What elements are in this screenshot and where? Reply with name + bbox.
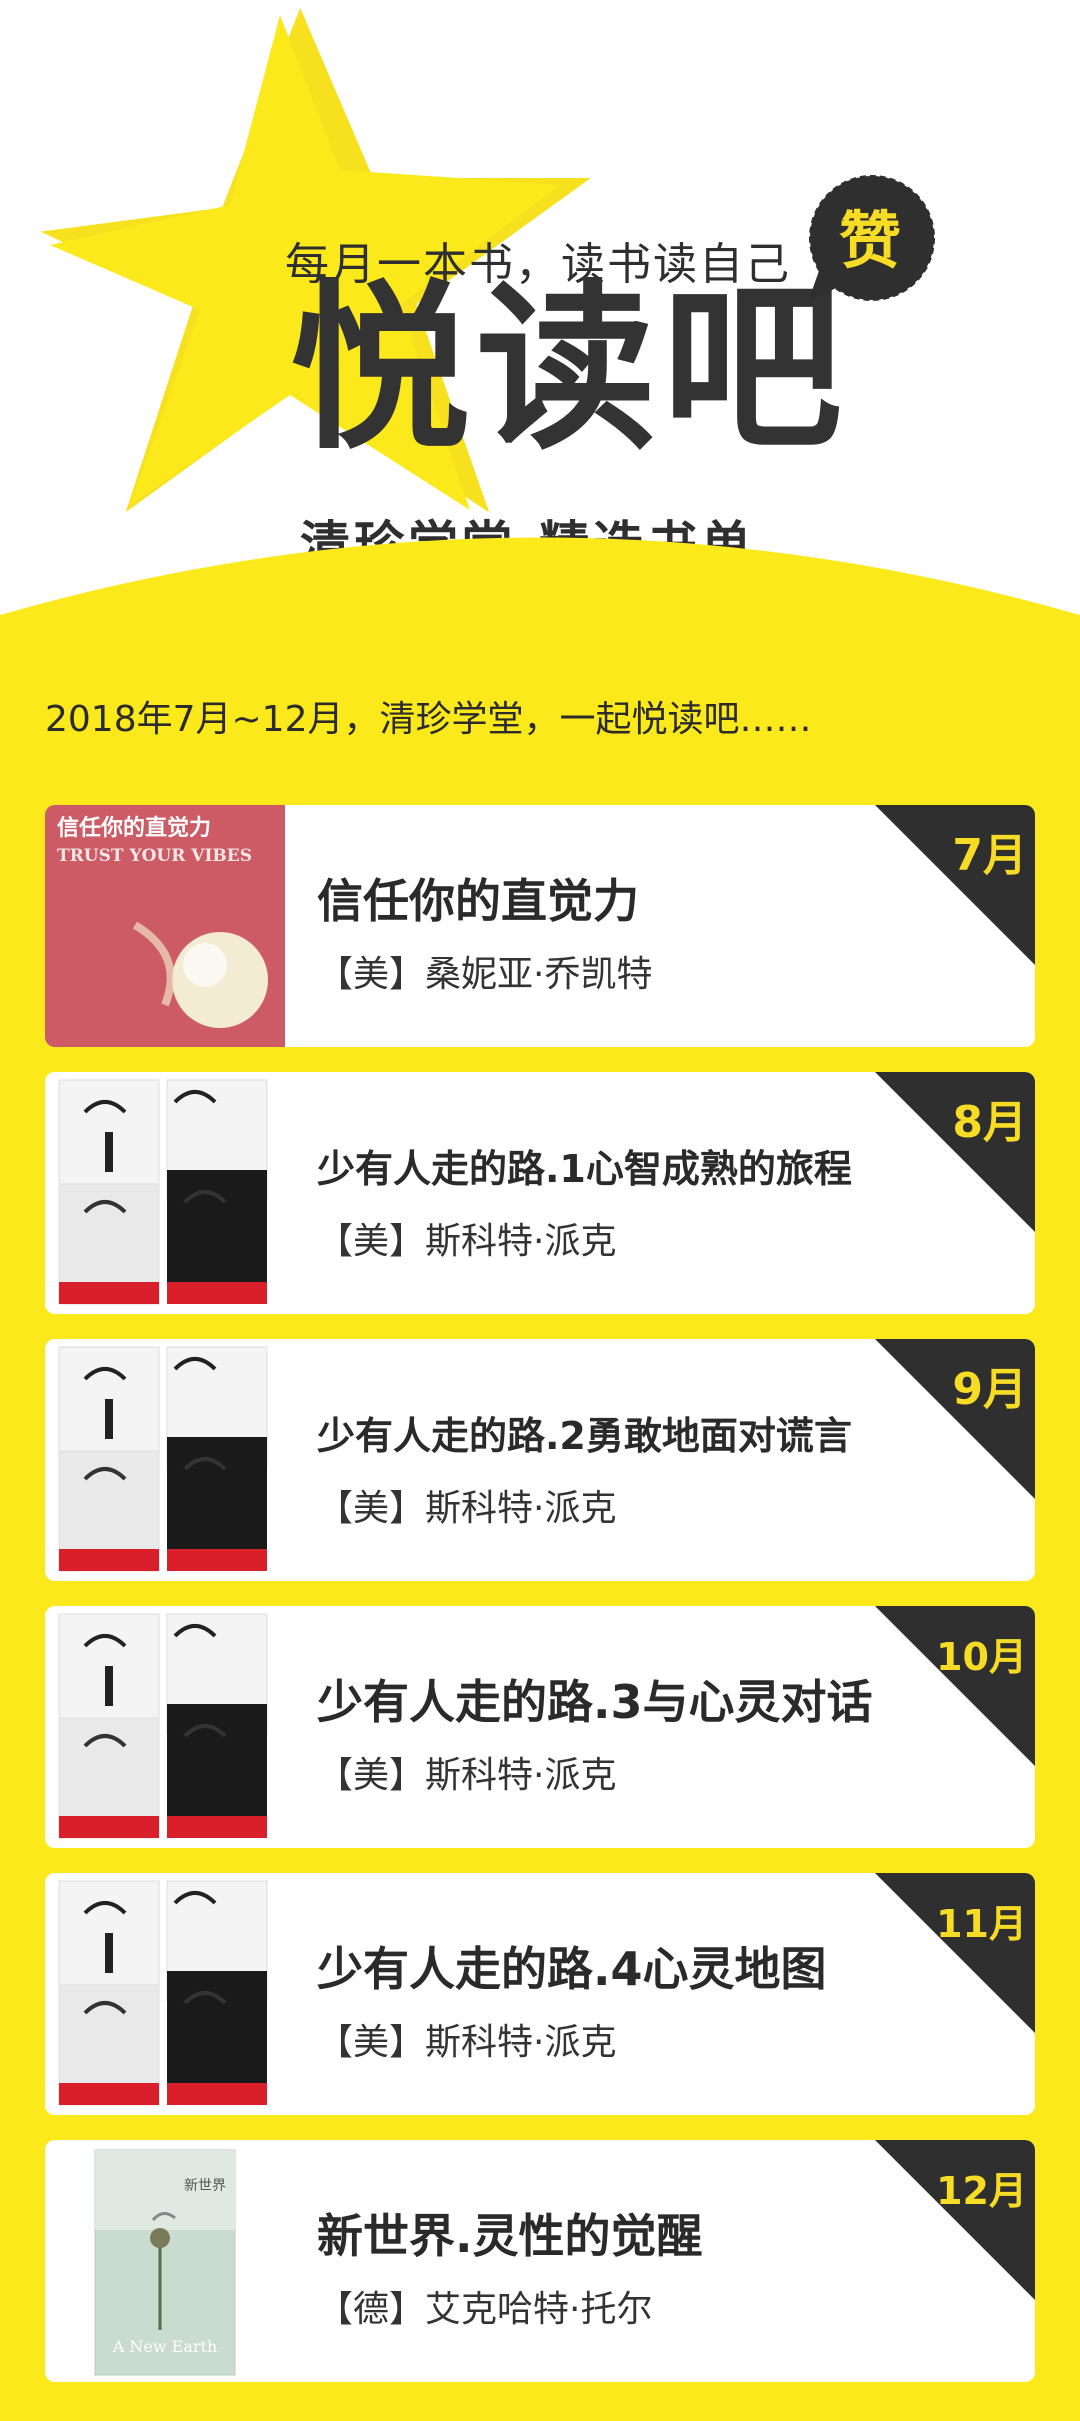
book-author: 【美】斯科特·派克: [317, 1221, 617, 1262]
intro-text: 2018年7月~12月，清珍学堂，一起悦读吧……: [45, 699, 812, 740]
yellow-arc: [0, 537, 1080, 640]
svg-text:信任你的直觉力: 信任你的直觉力: [57, 815, 211, 841]
book-cover: [45, 1339, 285, 1581]
book-author: 【美】斯科特·派克: [317, 2022, 617, 2063]
book-author: 【美】斯科特·派克: [317, 1488, 617, 1529]
book-cover: [45, 1873, 285, 2115]
month-label: 10月: [936, 1635, 1027, 1679]
book-title: 信任你的直觉力: [317, 874, 639, 928]
month-label: 7月: [952, 830, 1027, 881]
book-cover: 信任你的直觉力 TRUST YOUR VIBES: [45, 805, 285, 1047]
book-author: 【德】艾克哈特·托尔: [317, 2289, 653, 2330]
month-label: 9月: [952, 1364, 1027, 1415]
book-title: 新世界.灵性的觉醒: [317, 2209, 703, 2263]
book-title: 少有人走的路.2勇敢地面对谎言: [317, 1414, 852, 1458]
month-label: 12月: [936, 2169, 1027, 2213]
book-card[interactable]: 少有人走的路.4心灵地图 【美】斯科特·派克 11月: [45, 1873, 1035, 2115]
svg-text:TRUST YOUR VIBES: TRUST YOUR VIBES: [57, 846, 252, 866]
brand-title: 悦读吧: [290, 265, 849, 474]
book-card[interactable]: 少有人走的路.2勇敢地面对谎言 【美】斯科特·派克 9月: [45, 1339, 1035, 1581]
book-author: 【美】斯科特·派克: [317, 1755, 617, 1796]
book-title: 少有人走的路.4心灵地图: [317, 1942, 827, 1996]
svg-text:A New Earth: A New Earth: [112, 2337, 218, 2356]
book-card[interactable]: 少有人走的路.1心智成熟的旅程 【美】斯科特·派克 8月: [45, 1072, 1035, 1314]
book-cover: A New Earth 新世界: [45, 2140, 285, 2382]
book-cover: [45, 1606, 285, 1848]
book-author: 【美】桑妮亚·乔凯特: [317, 954, 653, 995]
book-title: 少有人走的路.3与心灵对话: [317, 1675, 873, 1729]
book-cover: [45, 1072, 285, 1314]
book-card[interactable]: A New Earth 新世界 新世界.灵性的觉醒 【德】艾克哈特·托尔 12月: [45, 2140, 1035, 2382]
book-title: 少有人走的路.1心智成熟的旅程: [317, 1147, 852, 1191]
svg-text:新世界: 新世界: [184, 2178, 226, 2194]
book-card[interactable]: 少有人走的路.3与心灵对话 【美】斯科特·派克 10月: [45, 1606, 1035, 1848]
book-card[interactable]: 信任你的直觉力 TRUST YOUR VIBES 信任你的直觉力 【美】桑妮亚·…: [45, 805, 1035, 1047]
like-badge-label: 赞: [838, 204, 901, 277]
month-label: 8月: [952, 1097, 1027, 1148]
month-label: 11月: [936, 1902, 1027, 1946]
